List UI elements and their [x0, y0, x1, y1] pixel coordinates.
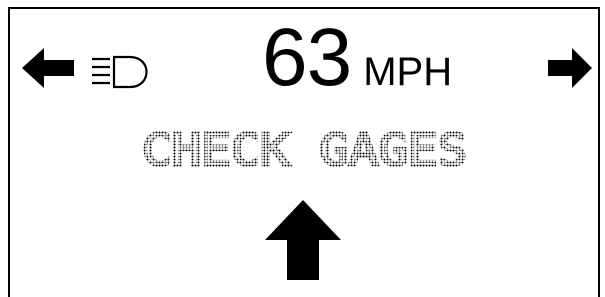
- right-arrow-icon: [548, 48, 592, 88]
- speed-value: 63: [262, 12, 352, 103]
- message-display: CHECK GAGES: [141, 125, 469, 173]
- speed-unit: MPH: [363, 50, 453, 94]
- left-arrow-icon: [22, 48, 74, 88]
- headlamp-icon: [92, 55, 148, 89]
- up-arrow-icon: [265, 200, 341, 280]
- speed-readout: 63 MPH: [262, 8, 452, 108]
- message-text: CHECK GAGES: [142, 125, 467, 173]
